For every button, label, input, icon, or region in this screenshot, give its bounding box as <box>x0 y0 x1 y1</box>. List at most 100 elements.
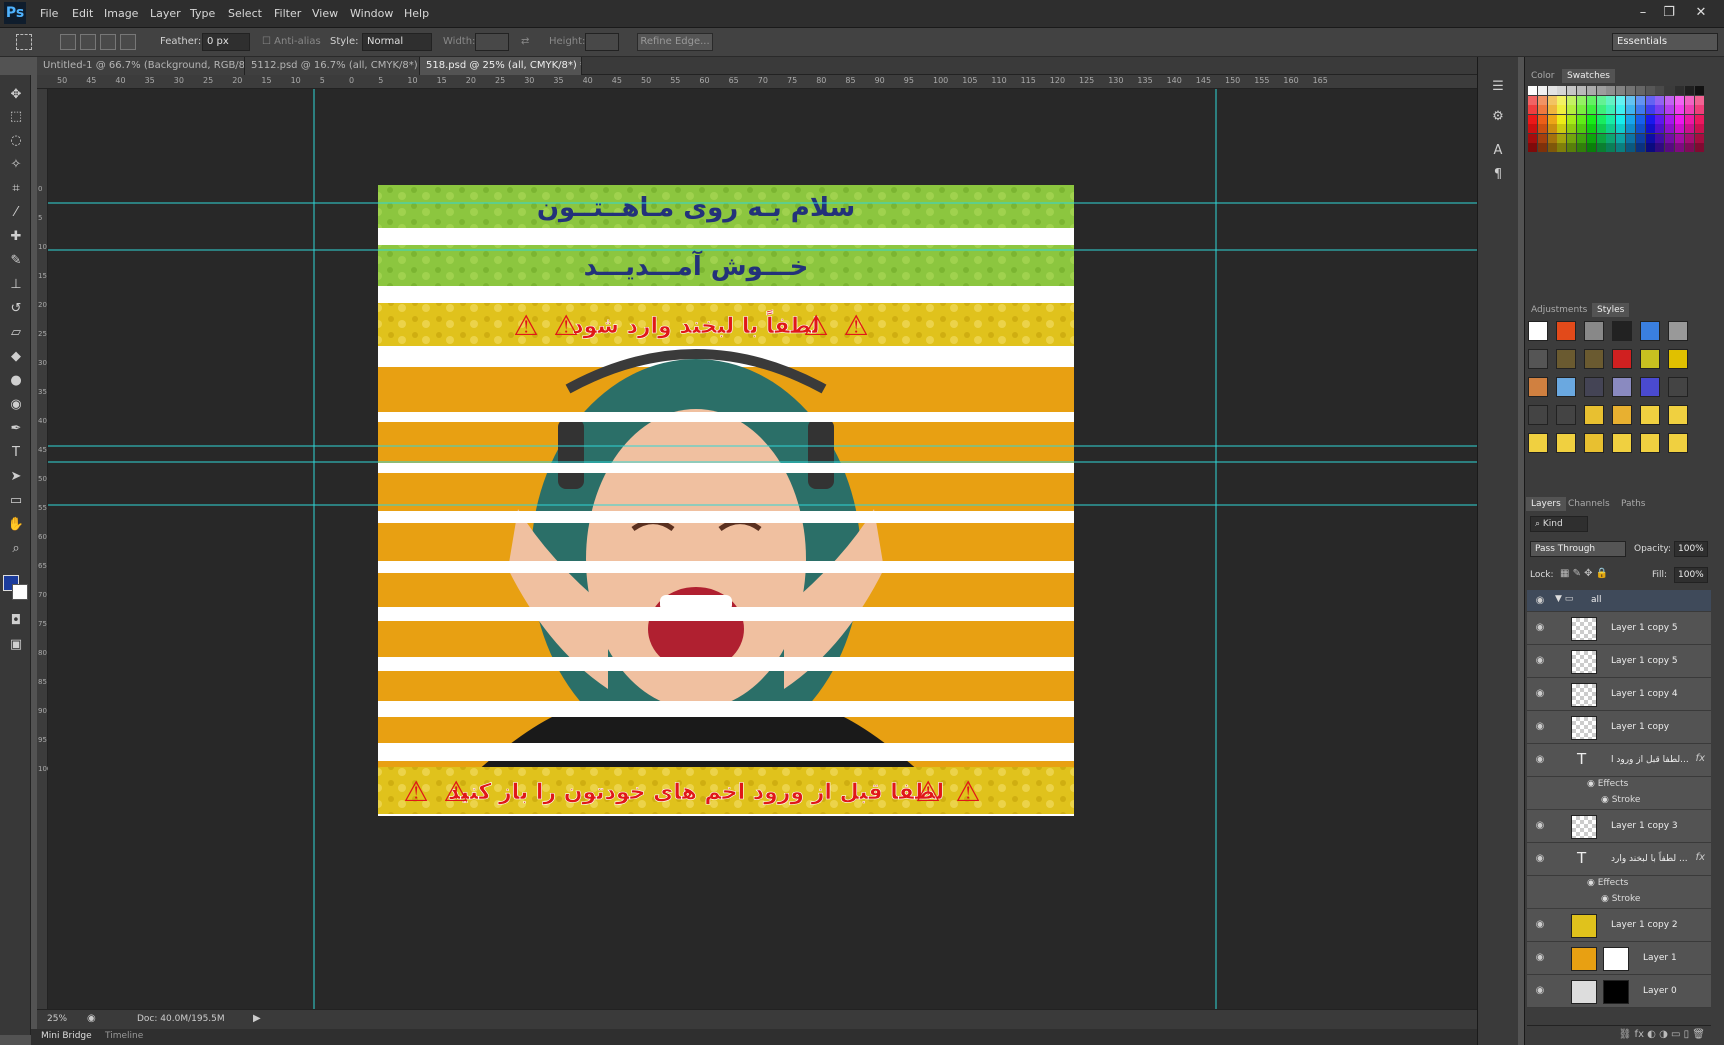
color-swatch[interactable] <box>1626 143 1635 152</box>
color-swatch[interactable] <box>1684 86 1694 95</box>
magic-wand-icon[interactable]: ✧ <box>6 155 26 175</box>
color-swatch[interactable] <box>1567 133 1577 143</box>
close-icon[interactable]: ✕ <box>1692 4 1710 22</box>
color-swatch[interactable] <box>1537 143 1547 152</box>
color-swatch[interactable] <box>1675 95 1684 105</box>
color-swatch[interactable] <box>1645 133 1655 143</box>
style-swatch[interactable] <box>1584 349 1604 369</box>
style-swatch[interactable] <box>1640 433 1660 453</box>
menu-select[interactable]: Select <box>228 7 262 20</box>
quick-mask-icon[interactable]: ◘ <box>6 611 26 631</box>
color-swatch[interactable] <box>1626 133 1635 143</box>
layer-row[interactable]: ◉ Layer 1 <box>1527 942 1711 975</box>
canvas-area[interactable]: سلام بـه روی مـاهــتــون خـــوش آمـــدیـ… <box>48 89 1477 1009</box>
style-swatch[interactable] <box>1640 377 1660 397</box>
color-swatch[interactable] <box>1547 86 1557 95</box>
color-swatch[interactable] <box>1626 124 1635 133</box>
color-swatch[interactable] <box>1596 124 1606 133</box>
visibility-eye-icon[interactable]: ◉ <box>1533 621 1547 635</box>
color-swatch[interactable] <box>1577 143 1586 152</box>
color-swatch[interactable] <box>1557 105 1567 114</box>
visibility-eye-icon[interactable]: ◉ <box>1533 687 1547 701</box>
pen-tool-icon[interactable]: ✒ <box>6 419 26 439</box>
color-swatch[interactable] <box>1567 86 1577 95</box>
color-swatch[interactable] <box>1684 114 1694 124</box>
color-swatch[interactable] <box>1616 95 1626 105</box>
style-swatch[interactable] <box>1612 405 1632 425</box>
status-icon[interactable]: ◉ <box>87 1013 96 1024</box>
color-swatch[interactable] <box>1655 95 1665 105</box>
color-swatch[interactable] <box>1635 95 1645 105</box>
color-swatch[interactable] <box>1596 86 1606 95</box>
marquee-tool-icon[interactable]: ⬚ <box>6 107 26 127</box>
tab-styles[interactable]: Styles <box>1592 303 1630 317</box>
color-swatch[interactable] <box>1655 105 1665 114</box>
color-swatch[interactable] <box>1596 143 1606 152</box>
style-swatch[interactable] <box>1668 405 1688 425</box>
document-canvas[interactable]: سلام بـه روی مـاهــتــون خـــوش آمـــدیـ… <box>48 89 1477 1009</box>
history-panel-icon[interactable]: ☰ <box>1488 77 1508 97</box>
tab-channels[interactable]: Channels <box>1563 497 1615 511</box>
color-swatch[interactable] <box>1635 105 1645 114</box>
color-swatch[interactable] <box>1557 95 1567 105</box>
layer-row-text[interactable]: ◉ T لطفاً با لبخند وارد ... fx <box>1527 843 1711 876</box>
color-swatch[interactable] <box>1586 114 1596 124</box>
color-swatch[interactable] <box>1537 105 1547 114</box>
layer-filter-kind[interactable]: ⌕ Kind <box>1530 516 1588 532</box>
style-swatch[interactable] <box>1612 321 1632 341</box>
color-swatch[interactable] <box>1547 124 1557 133</box>
stroke-row[interactable]: ◉ Stroke <box>1527 892 1711 908</box>
color-swatch[interactable] <box>1645 124 1655 133</box>
layer-mask-thumbnail[interactable] <box>1603 980 1629 1004</box>
character-panel-icon[interactable]: A <box>1488 141 1508 161</box>
color-swatch[interactable] <box>1596 114 1606 124</box>
layer-row[interactable]: ◉ Layer 1 copy 4 <box>1527 678 1711 711</box>
color-swatch[interactable] <box>1606 105 1616 114</box>
style-swatch[interactable] <box>1584 321 1604 341</box>
color-swatch[interactable] <box>1577 114 1586 124</box>
visibility-eye-icon[interactable]: ◉ <box>1533 951 1547 965</box>
color-swatch[interactable] <box>1665 124 1675 133</box>
color-swatch[interactable] <box>1635 114 1645 124</box>
visibility-eye-icon[interactable]: ◉ <box>1533 753 1547 767</box>
visibility-eye-icon[interactable]: ◉ <box>1533 594 1547 608</box>
color-swatch[interactable] <box>1557 143 1567 152</box>
tab-untitled-1[interactable]: Untitled-1 @ 66.7% (Background, RGB/8) * <box>37 57 245 75</box>
color-swatch[interactable] <box>1684 95 1694 105</box>
lock-icons[interactable]: ▦ ✎ ✥ 🔒 <box>1560 568 1608 579</box>
healing-brush-icon[interactable]: ✚ <box>6 227 26 247</box>
color-swatch[interactable] <box>1675 105 1684 114</box>
menu-image[interactable]: Image <box>104 7 138 20</box>
group-folder-icon[interactable]: ▼ ▭ <box>1555 594 1573 604</box>
brush-tool-icon[interactable]: ✎ <box>6 251 26 271</box>
color-swatch[interactable] <box>1596 105 1606 114</box>
fx-icon[interactable]: fx <box>1696 753 1705 764</box>
color-swatch[interactable] <box>1606 133 1616 143</box>
eraser-tool-icon[interactable]: ▱ <box>6 323 26 343</box>
color-swatch[interactable] <box>1596 133 1606 143</box>
color-swatch[interactable] <box>1586 95 1596 105</box>
effects-row[interactable]: ◉ Effects <box>1527 777 1711 793</box>
color-swatch[interactable] <box>1537 114 1547 124</box>
tab-swatches[interactable]: Swatches <box>1562 69 1615 83</box>
color-swatch[interactable] <box>1635 86 1645 95</box>
color-swatch[interactable] <box>1537 86 1547 95</box>
menu-filter[interactable]: Filter <box>274 7 301 20</box>
workspace-select[interactable]: Essentials <box>1612 33 1718 51</box>
fill-input[interactable]: 100% <box>1674 567 1708 583</box>
width-input[interactable] <box>475 33 509 51</box>
color-swatch[interactable] <box>1655 114 1665 124</box>
add-selection-icon[interactable] <box>80 34 96 50</box>
color-swatch[interactable] <box>1528 124 1537 133</box>
color-swatch[interactable] <box>1626 95 1635 105</box>
style-swatch[interactable] <box>1640 321 1660 341</box>
tab-adjustments[interactable]: Adjustments <box>1526 303 1592 317</box>
color-swatch[interactable] <box>1645 105 1655 114</box>
color-swatch[interactable] <box>1616 114 1626 124</box>
color-swatch[interactable] <box>1577 105 1586 114</box>
fx-icon[interactable]: fx <box>1696 852 1705 863</box>
color-swatch[interactable] <box>1626 105 1635 114</box>
color-swatch[interactable] <box>1596 95 1606 105</box>
color-swatch[interactable] <box>1547 143 1557 152</box>
style-swatch[interactable] <box>1584 377 1604 397</box>
